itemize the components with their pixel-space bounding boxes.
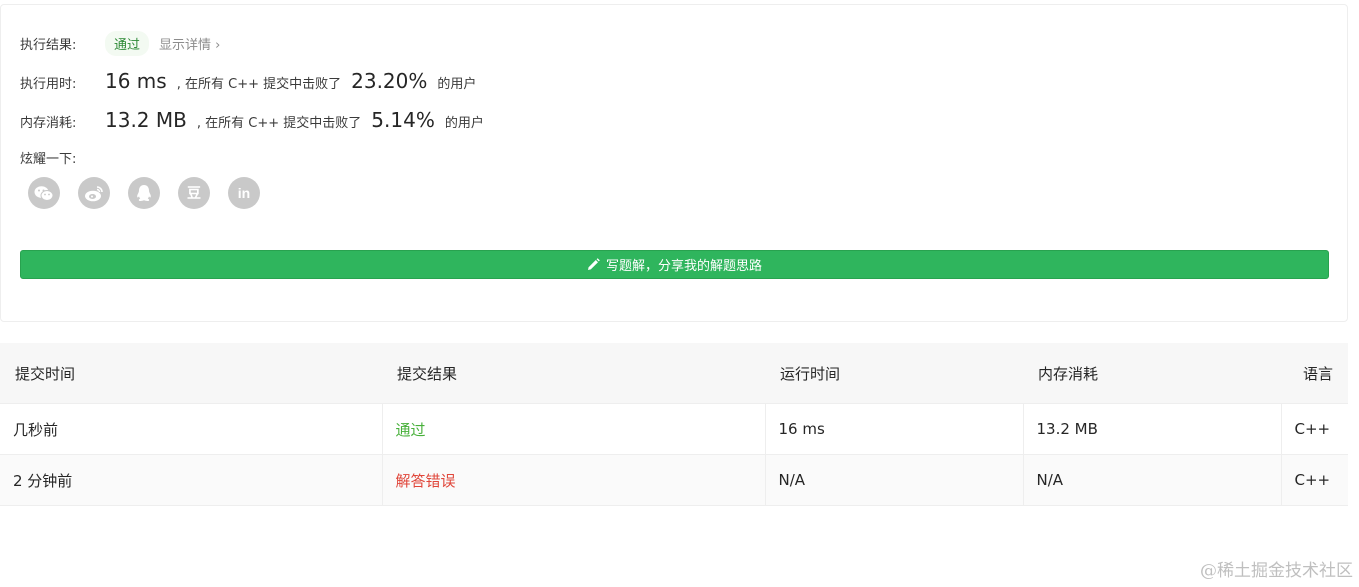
share-buttons: 豆 in xyxy=(28,177,260,209)
runtime-value: 16 ms xyxy=(105,69,167,93)
cell-result-pass[interactable]: 通过 xyxy=(382,403,766,455)
weibo-icon[interactable] xyxy=(78,177,110,209)
cell-lang: C++ xyxy=(1281,454,1348,506)
share-row-label: 炫耀一下: xyxy=(20,148,105,167)
cell-runtime: N/A xyxy=(765,454,1024,506)
runtime-row: 执行用时: 16 ms , 在所有 C++ 提交中击败了 23.20% 的用户 xyxy=(20,69,476,93)
cell-result-error[interactable]: 解答错误 xyxy=(382,454,766,506)
write-solution-button[interactable]: 写题解，分享我的解题思路 xyxy=(20,250,1329,279)
douban-icon[interactable]: 豆 xyxy=(178,177,210,209)
memory-value: 13.2 MB xyxy=(105,108,187,132)
memory-row: 内存消耗: 13.2 MB , 在所有 C++ 提交中击败了 5.14% 的用户 xyxy=(20,108,484,132)
runtime-prefix: , 在所有 C++ 提交中击败了 xyxy=(176,77,342,92)
submissions-table: 提交时间 提交结果 运行时间 内存消耗 语言 几秒前 通过 16 ms 13.2… xyxy=(0,343,1348,506)
runtime-suffix: 的用户 xyxy=(437,77,477,92)
memory-prefix: , 在所有 C++ 提交中击败了 xyxy=(196,116,362,131)
wechat-icon[interactable] xyxy=(28,177,60,209)
result-row: 执行结果: 通过 显示详情 › xyxy=(20,31,220,56)
write-solution-label: 写题解，分享我的解题思路 xyxy=(605,259,762,274)
linkedin-glyph: in xyxy=(237,185,251,201)
show-detail-link[interactable]: 显示详情 › xyxy=(159,34,220,53)
cell-time: 2 分钟前 xyxy=(0,454,383,506)
table-header-row: 提交时间 提交结果 运行时间 内存消耗 语言 xyxy=(0,343,1348,404)
runtime-percent: 23.20% xyxy=(351,69,428,93)
result-label: 执行结果: xyxy=(20,38,77,53)
linkedin-icon[interactable]: in xyxy=(228,177,260,209)
watermark: @稀土掘金技术社区 xyxy=(1200,561,1353,581)
cell-runtime: 16 ms xyxy=(765,403,1024,455)
cell-lang: C++ xyxy=(1281,403,1348,455)
result-card: 执行结果: 通过 显示详情 › 执行用时: 16 ms , 在所有 C++ 提交… xyxy=(0,4,1348,322)
cell-time: 几秒前 xyxy=(0,403,383,455)
memory-label: 内存消耗: xyxy=(20,116,77,131)
pencil-icon xyxy=(587,258,600,270)
header-submit-time: 提交时间 xyxy=(0,343,382,404)
header-submit-result: 提交结果 xyxy=(382,343,765,404)
cell-memory: 13.2 MB xyxy=(1023,403,1282,455)
qq-icon[interactable] xyxy=(128,177,160,209)
header-runtime: 运行时间 xyxy=(765,343,1023,404)
share-label: 炫耀一下: xyxy=(20,152,77,167)
header-memory: 内存消耗 xyxy=(1023,343,1281,404)
memory-percent: 5.14% xyxy=(371,108,435,132)
douban-glyph: 豆 xyxy=(187,185,201,201)
status-badge: 通过 xyxy=(105,31,150,56)
header-language: 语言 xyxy=(1281,343,1348,404)
memory-suffix: 的用户 xyxy=(444,116,484,131)
cell-memory: N/A xyxy=(1023,454,1282,506)
table-row: 几秒前 通过 16 ms 13.2 MB C++ xyxy=(0,403,1348,455)
table-row: 2 分钟前 解答错误 N/A N/A C++ xyxy=(0,454,1348,506)
runtime-label: 执行用时: xyxy=(20,77,77,92)
